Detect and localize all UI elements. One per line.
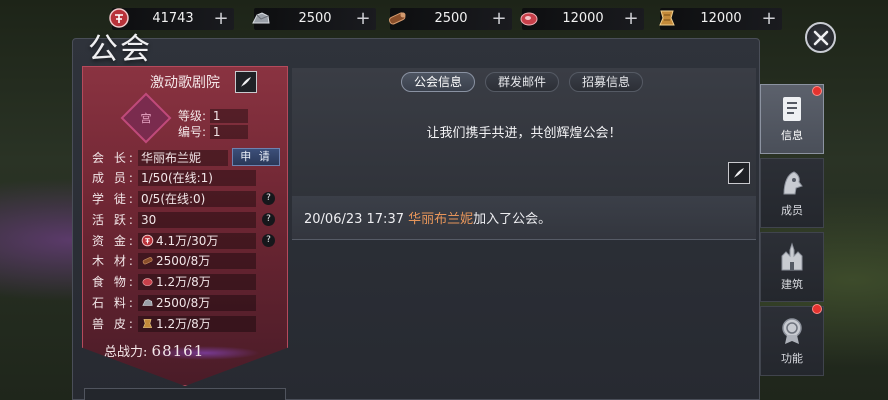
quill-icon [734,168,744,178]
meat-icon [516,5,542,31]
guild-notice: 让我们携手共进，共创辉煌公会！ [426,126,622,141]
resource-value: 2500 [298,11,332,26]
number-label: 编号: [178,125,207,139]
side-tab-label: 信息 [781,129,803,142]
row-label: 资 金: [92,234,136,248]
functions-notification-badge [812,304,822,314]
meat-icon [142,278,153,286]
tab-guild-info[interactable]: 公会信息 [401,72,475,92]
emblem-glyph: 宫 [140,112,152,125]
side-tab-members[interactable]: 成员 [760,158,824,228]
add-meat-button[interactable]: + [622,9,640,29]
row-funds: 资 金: 4.1万/30万 ? [92,232,282,249]
total-power: 总战力: 68161 [104,341,204,360]
medal-icon [782,318,802,344]
help-icon[interactable]: ? [262,213,275,226]
row-value: 1.2万/8万 [138,315,256,332]
log-entry: 20/06/23 17:37 华丽布兰妮加入了公会。 [304,208,551,227]
row-label: 学 徒: [92,192,136,206]
row-hide: 兽 皮: 1.2万/8万 [92,315,282,332]
quill-icon [241,77,251,87]
resource-value: 2500 [434,11,468,26]
log-player-name[interactable]: 华丽布兰妮 [408,212,473,227]
resource-ore: 2500 + [252,8,376,30]
row-value: 1/50(在线:1) [138,169,256,186]
knight-helmet-icon [783,171,803,195]
row-label: 石 料: [92,296,136,310]
add-coin-button[interactable]: + [212,9,230,29]
row-value: 1.2万/8万 [138,273,256,290]
add-wood-button[interactable]: + [490,9,508,29]
resource-wood: 2500 + [388,8,512,30]
wood-icon [142,257,153,265]
guild-number: 编号: 1 [178,123,248,140]
tab-mass-mail[interactable]: 群发邮件 [485,72,559,92]
edit-guild-name-button[interactable] [235,71,257,93]
add-hide-button[interactable]: + [760,9,778,29]
power-label: 总战力: [104,345,148,360]
info-notification-badge [812,86,822,96]
row-wood: 木 材: 2500/8万 [92,252,282,269]
side-tab-label: 成员 [781,204,803,217]
row-value: 30 [138,211,256,228]
row-value: 2500/8万 [138,252,256,269]
row-value: 2500/8万 [138,294,256,311]
apply-button[interactable]: 申 请 [232,148,280,166]
row-label: 食 物: [92,275,136,289]
side-tab-buildings[interactable]: 建筑 [760,232,824,302]
ore-icon [142,299,153,306]
level-value: 1 [209,109,248,123]
resource-meat: 12000 + [520,8,644,30]
ore-icon [248,5,274,31]
power-value: 68161 [151,342,205,360]
tab-recruit-info[interactable]: 招募信息 [569,72,643,92]
row-stone: 石 料: 2500/8万 [92,294,282,311]
level-label: 等级: [178,109,207,123]
row-label: 成 员: [92,171,136,185]
side-tab-label: 功能 [781,352,803,365]
row-activity: 活 跃: 30 ? [92,211,282,228]
row-members: 成 员: 1/50(在线:1) [92,169,282,186]
help-icon[interactable]: ? [262,234,275,247]
number-value: 1 [209,125,248,139]
resource-hide: 12000 + [659,8,782,30]
help-icon[interactable]: ? [262,192,275,205]
edit-notice-button[interactable] [728,162,750,184]
row-label: 会 长: [92,151,136,165]
row-label: 兽 皮: [92,317,136,331]
close-button[interactable] [805,22,836,53]
coin-icon [141,234,154,247]
hide-icon [654,5,680,31]
hide-icon [142,319,153,328]
resource-value: 12000 [700,11,742,26]
row-value: 4.1万/30万 [138,232,256,249]
log-time: 20/06/23 17:37 [304,212,404,227]
wood-icon [384,5,410,31]
guild-level: 等级: 1 [178,107,248,124]
row-label: 活 跃: [92,213,136,227]
close-icon [813,30,828,45]
side-tab-functions[interactable]: 功能 [760,306,824,376]
guild-name: 激动歌剧院 [150,75,220,91]
log-text: 加入了公会。 [473,212,552,227]
resource-value: 12000 [562,11,604,26]
side-tab-label: 建筑 [781,278,803,291]
row-value: 华丽布兰妮 [138,149,228,166]
card-lower-panel [84,388,286,400]
row-apprentices: 学 徒: 0/5(在线:0) ? [92,190,282,207]
add-ore-button[interactable]: + [354,9,372,29]
document-icon [783,97,801,121]
row-food: 食 物: 1.2万/8万 [92,273,282,290]
window-title: 公会 [88,32,152,67]
castle-icon [781,242,803,271]
row-label: 木 材: [92,254,136,268]
row-value: 0/5(在线:0) [138,190,256,207]
